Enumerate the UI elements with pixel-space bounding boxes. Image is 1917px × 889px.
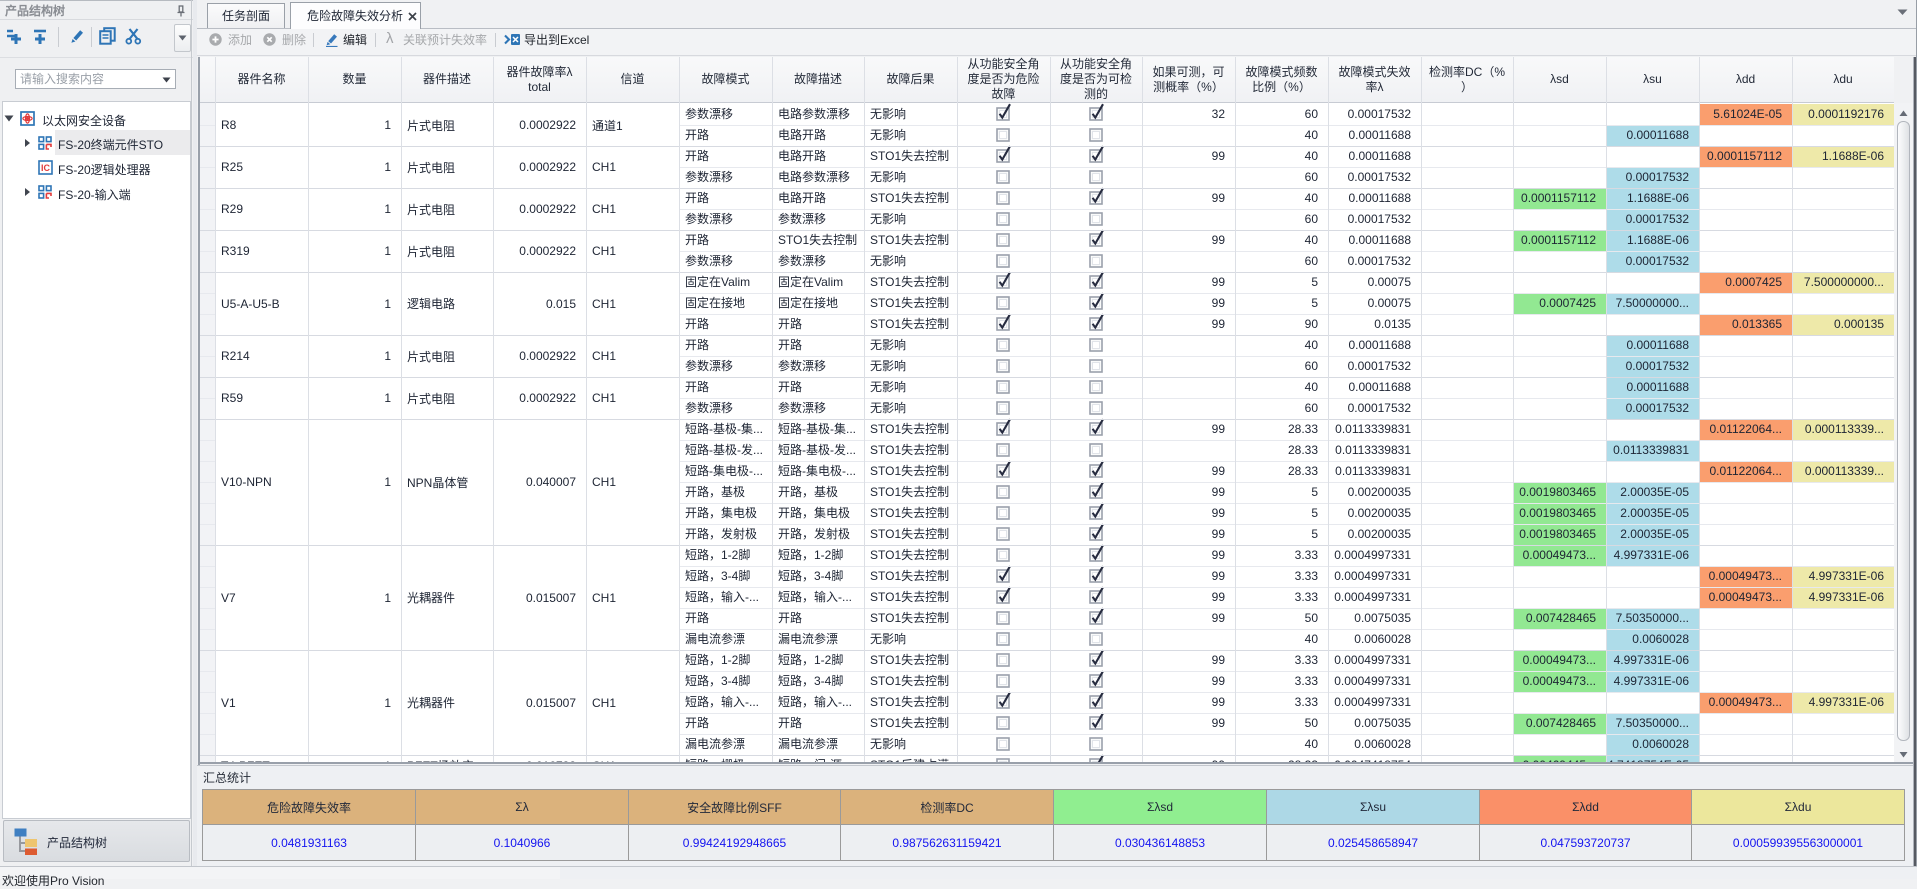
svg-text:IC: IC — [41, 163, 51, 173]
